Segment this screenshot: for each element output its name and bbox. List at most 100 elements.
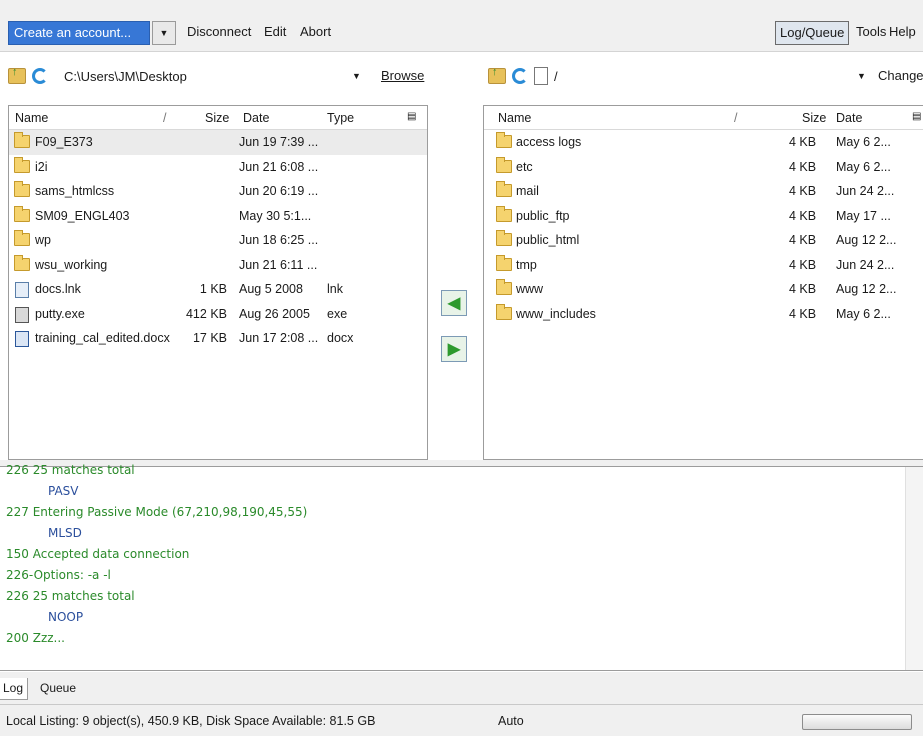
file-date: Jun 24 2... — [836, 184, 895, 198]
tab-queue[interactable]: Queue — [36, 678, 80, 700]
transfer-mode-status: Auto — [498, 714, 524, 728]
column-size[interactable]: Size — [205, 111, 229, 125]
account-dropdown-button[interactable]: ▼ — [152, 21, 176, 45]
file-size: 4 KB — [789, 184, 817, 198]
table-row[interactable]: www_includes 4 KB May 6 2... — [484, 302, 923, 327]
table-row[interactable]: tmp 4 KB Jun 24 2... — [484, 253, 923, 278]
file-name: training_cal_edited.docx — [35, 331, 170, 345]
column-chooser-icon[interactable]: ▤ — [912, 111, 921, 122]
table-row[interactable]: www 4 KB Aug 12 2... — [484, 277, 923, 302]
refresh-icon[interactable] — [32, 68, 48, 84]
folder-icon — [496, 156, 512, 173]
table-row[interactable]: etc 4 KB May 6 2... — [484, 155, 923, 180]
document-icon — [15, 331, 29, 347]
browse-button[interactable]: Browse — [381, 68, 424, 83]
log-queue-toggle[interactable]: Log/Queue — [775, 21, 849, 45]
column-size[interactable]: Size — [802, 111, 826, 125]
local-path-bar: C:\Users\JM\Desktop — [8, 62, 187, 90]
table-row[interactable]: access logs 4 KB May 6 2... — [484, 130, 923, 155]
file-date: Jun 18 6:25 ... — [239, 233, 319, 247]
shortcut-icon — [15, 282, 29, 298]
file-date: Aug 26 2005 — [239, 306, 310, 321]
log-line: 226 25 matches total — [6, 463, 135, 477]
table-row[interactable]: putty.exe 412 KB Aug 26 2005 exe — [9, 302, 427, 327]
column-chooser-icon[interactable]: ▤ — [407, 111, 416, 122]
account-select[interactable]: Create an account... ▼ — [8, 21, 176, 45]
file-name: wp — [35, 233, 51, 247]
folder-icon — [496, 279, 512, 295]
folder-up-icon[interactable] — [488, 66, 506, 84]
table-row[interactable]: public_html 4 KB Aug 12 2... — [484, 228, 923, 253]
file-name: etc — [516, 159, 533, 174]
table-row[interactable]: wsu_working Jun 21 6:11 ... — [9, 253, 427, 278]
sort-indicator-icon: / — [163, 111, 167, 125]
file-date: Jun 21 6:11 ... — [239, 257, 318, 272]
disconnect-button[interactable]: Disconnect — [187, 24, 251, 39]
file-name: www_includes — [516, 306, 596, 321]
column-date[interactable]: Date — [243, 111, 269, 125]
file-name: i2i — [35, 159, 48, 174]
log-line: 226-Options: -a -l — [6, 568, 111, 582]
file-date: Jun 17 2:08 ... — [239, 331, 319, 345]
tab-log[interactable]: Log — [0, 678, 29, 700]
change-button[interactable]: Change — [878, 68, 923, 83]
file-size: 4 KB — [789, 135, 817, 149]
edit-button[interactable]: Edit — [264, 24, 286, 39]
folder-icon — [496, 254, 512, 271]
file-name: public_ftp — [516, 208, 570, 223]
remote-list-header: Name / Size Date ▤ — [484, 106, 923, 130]
tools-menu[interactable]: Tools — [856, 24, 886, 39]
file-name: public_html — [516, 233, 580, 247]
local-path-field[interactable]: C:\Users\JM\Desktop — [64, 69, 187, 84]
arrow-right-icon: ▶ — [447, 341, 461, 358]
column-type[interactable]: Type — [327, 111, 354, 125]
table-row[interactable]: mail 4 KB Jun 24 2... — [484, 179, 923, 204]
refresh-icon[interactable] — [512, 68, 528, 84]
transfer-progress-bar — [802, 714, 912, 730]
table-row[interactable]: sams_htmlcss Jun 20 6:19 ... — [9, 179, 427, 204]
table-row[interactable]: public_ftp 4 KB May 17 ... — [484, 204, 923, 229]
file-name: wsu_working — [35, 257, 108, 272]
local-listing-status: Local Listing: 9 object(s), 450.9 KB, Di… — [6, 714, 376, 728]
table-row[interactable]: i2i Jun 21 6:08 ... — [9, 155, 427, 180]
folder-icon — [14, 254, 30, 271]
file-size: 4 KB — [789, 257, 817, 272]
column-date[interactable]: Date — [836, 111, 862, 125]
log-line: 150 Accepted data connection — [6, 547, 190, 561]
table-row[interactable]: docs.lnk 1 KB Aug 5 2008 lnk — [9, 277, 427, 302]
file-name: mail — [516, 184, 539, 198]
folder-icon — [14, 132, 30, 148]
bottom-tabs: Log Queue — [0, 672, 923, 704]
abort-button[interactable]: Abort — [300, 24, 331, 39]
file-size: 412 KB — [185, 306, 227, 321]
table-row[interactable]: training_cal_edited.docx 17 KB Jun 17 2:08… — [9, 326, 427, 351]
remote-file-list: Name / Size Date ▤ access logs 4 KB May 6 … — [483, 105, 923, 460]
file-date: Jun 21 6:08 ... — [239, 159, 319, 174]
log-scrollbar[interactable] — [905, 467, 923, 670]
table-row[interactable]: SM09_ENGL403 May 30 5:1... — [9, 204, 427, 229]
account-select-value[interactable]: Create an account... — [8, 21, 150, 45]
column-name[interactable]: Name — [498, 111, 531, 125]
log-line: 200 Zzz... — [6, 631, 65, 645]
folder-icon — [496, 230, 512, 246]
remote-path-field[interactable]: / — [554, 69, 558, 84]
table-row[interactable]: F09_E373 Jun 19 7:39 ... — [9, 130, 427, 155]
upload-arrow-button[interactable]: ▶ — [441, 336, 467, 362]
file-name: access logs — [516, 135, 582, 149]
file-name: sams_htmlcss — [35, 184, 115, 198]
column-name[interactable]: Name — [15, 111, 48, 125]
file-date: May 6 2... — [836, 159, 891, 174]
file-size: 4 KB — [789, 159, 817, 174]
help-menu[interactable]: Help — [889, 24, 916, 39]
folder-icon — [14, 205, 30, 222]
folder-up-icon[interactable] — [8, 66, 26, 84]
message-log: 226 25 matches total PASV 227 Entering Pas… — [0, 463, 923, 671]
remote-path-dropdown-icon[interactable]: ▼ — [857, 71, 866, 81]
chevron-down-icon: ▼ — [159, 28, 169, 38]
local-path-dropdown-icon[interactable]: ▼ — [352, 71, 361, 81]
file-type: lnk — [327, 282, 343, 296]
file-name: www — [516, 282, 544, 296]
local-file-list: Name / Size Date Type ▤ F09_E373 Jun 19 7… — [8, 105, 428, 460]
download-arrow-button[interactable]: ◀ — [441, 290, 467, 316]
table-row[interactable]: wp Jun 18 6:25 ... — [9, 228, 427, 253]
